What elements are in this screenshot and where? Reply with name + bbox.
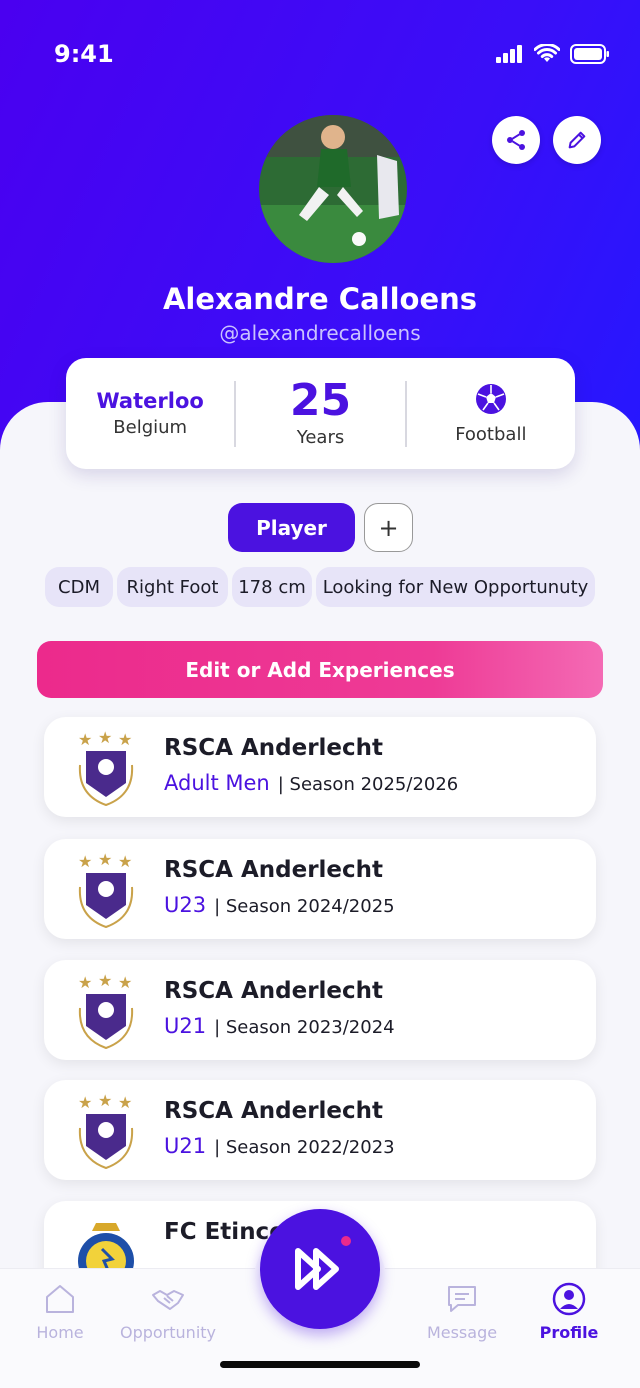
fast-forward-icon	[295, 1236, 351, 1290]
svg-text:★: ★	[118, 852, 132, 871]
message-icon	[448, 1286, 476, 1312]
club-name: RSCA Anderlecht	[164, 978, 384, 1004]
country-label: Belgium	[113, 417, 188, 438]
nav-profile-label: Profile	[539, 1323, 599, 1342]
tag-foot: Right Foot	[117, 567, 228, 607]
wifi-icon	[534, 44, 560, 62]
nav-message[interactable]: Message	[402, 1281, 522, 1342]
status-time: 9:41	[54, 40, 114, 68]
tag-status: Looking for New Opportunuty	[316, 567, 595, 607]
battery-icon	[570, 44, 609, 64]
team-label: Adult Men	[164, 771, 270, 795]
add-role-button[interactable]: +	[364, 503, 413, 552]
experience-details: U21 | Season 2023/2024	[164, 1014, 395, 1038]
svg-text:★: ★	[98, 728, 112, 747]
experience-card[interactable]: ★ ★ ★ RSCA Anderlecht U21 | Season 2022/2…	[44, 1080, 596, 1180]
fast-forward-action-button[interactable]	[260, 1209, 380, 1329]
handshake-icon	[152, 1290, 184, 1310]
experience-details: U21 | Season 2022/2023	[164, 1134, 395, 1158]
team-label: U23	[164, 893, 207, 917]
svg-text:★: ★	[78, 852, 92, 871]
profile-name: Alexandre Calloens	[162, 282, 478, 316]
svg-text:★: ★	[78, 973, 92, 992]
season-label: | Season 2022/2023	[214, 1137, 395, 1158]
stats-card: Waterloo Belgium 25 Years Football	[66, 358, 575, 469]
share-button[interactable]	[492, 116, 540, 164]
team-label: U21	[164, 1014, 207, 1038]
experience-card[interactable]: ★ ★ ★ RSCA Anderlecht Adult Men | Season …	[44, 717, 596, 817]
nav-message-label: Message	[426, 1323, 498, 1342]
svg-text:★: ★	[118, 1093, 132, 1112]
season-label: | Season 2024/2025	[214, 896, 395, 917]
nav-profile[interactable]: Profile	[509, 1281, 629, 1342]
nav-opportunity-label: Opportunity	[119, 1323, 216, 1342]
home-icon	[46, 1285, 74, 1313]
team-label: U21	[164, 1134, 207, 1158]
location-stat: Waterloo Belgium	[66, 389, 234, 438]
club-crest-icon: ★ ★ ★	[78, 1091, 134, 1170]
edit-experiences-button[interactable]: Edit or Add Experiences	[37, 641, 603, 698]
age-stat: 25 Years	[236, 375, 404, 449]
svg-text:★: ★	[98, 971, 112, 990]
club-crest-icon: ★ ★ ★	[78, 850, 134, 929]
sport-label: Football	[455, 424, 527, 445]
club-crest-icon: ★ ★ ★	[78, 728, 134, 807]
pencil-icon	[568, 131, 586, 149]
sport-stat: Football	[407, 382, 575, 445]
avatar	[259, 115, 407, 263]
club-name: RSCA Anderlecht	[164, 1098, 384, 1124]
age-value: 25	[289, 375, 352, 426]
svg-text:★: ★	[118, 730, 132, 749]
tag-height: 178 cm	[232, 567, 312, 607]
svg-text:★: ★	[78, 1093, 92, 1112]
season-label: | Season 2025/2026	[277, 774, 459, 795]
experience-card[interactable]: ★ ★ ★ RSCA Anderlecht U21 | Season 2023/2…	[44, 960, 596, 1060]
status-icons	[496, 44, 610, 64]
club-crest-icon: ★ ★ ★	[78, 971, 134, 1050]
home-indicator	[220, 1361, 420, 1368]
svg-text:★: ★	[98, 1091, 112, 1110]
cellular-signal-icon	[496, 45, 522, 63]
nav-home-label: Home	[36, 1323, 84, 1342]
svg-text:★: ★	[78, 730, 92, 749]
age-unit: Years	[296, 427, 345, 448]
city-label: Waterloo	[96, 389, 204, 413]
share-icon	[507, 130, 525, 150]
club-name: RSCA Anderlecht	[164, 857, 384, 883]
season-label: | Season 2023/2024	[214, 1017, 395, 1038]
svg-text:★: ★	[98, 850, 112, 869]
experience-details: U23 | Season 2024/2025	[164, 893, 395, 917]
role-player-tab[interactable]: Player	[228, 503, 355, 552]
experience-card[interactable]: ★ ★ ★ RSCA Anderlecht U23 | Season 2024/2…	[44, 839, 596, 939]
edit-profile-button[interactable]	[553, 116, 601, 164]
nav-opportunity[interactable]: Opportunity	[108, 1281, 228, 1342]
tag-position: CDM	[45, 567, 113, 607]
svg-text:★: ★	[118, 973, 132, 992]
experience-details: Adult Men | Season 2025/2026	[164, 771, 458, 795]
profile-icon	[552, 1282, 586, 1316]
nav-home[interactable]: Home	[0, 1281, 120, 1342]
football-icon	[475, 384, 506, 414]
profile-handle: @alexandrecalloens	[219, 321, 421, 345]
club-name: RSCA Anderlecht	[164, 735, 384, 761]
